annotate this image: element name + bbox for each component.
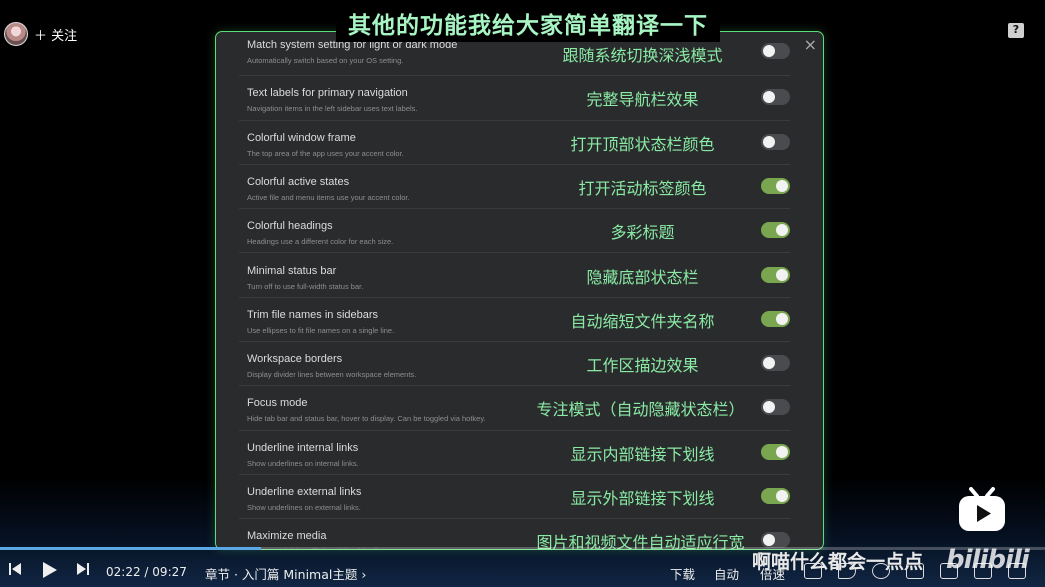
next-icon[interactable] (76, 562, 90, 576)
time-display: 02:22 / 09:27 (106, 565, 187, 579)
setting-toggle[interactable] (761, 266, 790, 283)
setting-description: Active file and menu items use your acce… (247, 192, 410, 202)
progress-fill (0, 547, 262, 550)
setting-row: Colorful headings Headings use a differen… (239, 209, 790, 254)
setting-translation: 专注模式（自动隐藏状态栏） (536, 400, 745, 420)
uploader-avatar[interactable] (4, 22, 28, 46)
setting-toggle[interactable] (761, 43, 790, 59)
setting-title: Trim file names in sidebars (247, 308, 379, 321)
current-time: 02:22 (106, 565, 141, 579)
toggle-knob (763, 357, 775, 370)
toggle-knob (776, 312, 788, 325)
setting-row: Workspace borders Display divider lines b… (239, 342, 790, 387)
setting-row: Minimal status bar Turn off to use full-w… (239, 254, 790, 298)
toggle-knob (763, 45, 775, 57)
toggle-knob (776, 268, 788, 281)
quality-auto-button[interactable]: 自动 (714, 564, 739, 583)
setting-translation: 多彩标题 (610, 223, 675, 243)
setting-row: Underline internal links Show underlines … (239, 431, 790, 475)
setting-description: Turn off to use full-width status bar. (247, 281, 364, 291)
toggle-knob (776, 224, 788, 237)
setting-row: Trim file names in sidebars Use ellipses … (239, 298, 790, 343)
video-stage: ＋ 关注 ? × Match system setting for light … (0, 0, 1045, 587)
subtitle-top: 其他的功能我给大家简单翻译一下 (336, 4, 720, 42)
setting-toggle[interactable] (761, 89, 790, 106)
setting-description: Use ellipses to fit file names on a sing… (247, 325, 395, 335)
toggle-knob (763, 534, 775, 547)
setting-title: Colorful window frame (247, 131, 356, 144)
bilibili-tv-icon (959, 487, 1005, 531)
setting-row: Colorful active states Active file and me… (239, 165, 790, 210)
setting-translation: 打开活动标签颜色 (578, 178, 707, 198)
toggle-knob (763, 401, 775, 414)
setting-title: Colorful active states (247, 175, 350, 188)
setting-description: Headings use a different color for each … (247, 237, 394, 247)
setting-toggle[interactable] (761, 355, 790, 372)
toggle-knob (776, 490, 788, 502)
setting-translation: 跟随系统切换深浅模式 (562, 46, 723, 65)
setting-description: Automatically switch based on your OS se… (247, 56, 404, 65)
setting-row: Maximize mediaImages and videos fill the… (239, 519, 790, 549)
toggle-knob (763, 91, 775, 104)
setting-description: Show underlines on external links. (247, 503, 361, 512)
setting-toggle[interactable] (761, 177, 790, 194)
settings-panel: × Match system setting for light or dark… (215, 31, 824, 550)
setting-description: The top area of the app uses your accent… (247, 148, 404, 158)
setting-description: Navigation items in the left sidebar use… (247, 104, 418, 114)
setting-title: Underline external links (247, 486, 362, 498)
setting-title: Text labels for primary navigation (247, 87, 408, 100)
setting-translation: 打开顶部状态栏颜色 (570, 134, 715, 154)
setting-translation: 工作区描边效果 (586, 356, 699, 376)
setting-toggle[interactable] (761, 488, 790, 504)
close-icon[interactable]: × (804, 35, 817, 54)
setting-title: Focus mode (247, 397, 308, 410)
setting-translation: 完整导航栏效果 (586, 90, 699, 110)
setting-toggle[interactable] (761, 532, 790, 549)
previous-icon[interactable] (8, 562, 22, 576)
setting-translation: 隐藏底部状态栏 (586, 267, 699, 287)
setting-row: Colorful window frame The top area of the… (239, 121, 790, 165)
setting-description: Hide tab bar and status bar, hover to di… (247, 414, 486, 424)
setting-translation: 显示内部链接下划线 (570, 444, 715, 464)
setting-description: Show underlines on internal links. (247, 458, 359, 468)
setting-title: Colorful headings (247, 220, 333, 233)
setting-description: Display divider lines between workspace … (247, 370, 417, 380)
setting-row: Text labels for primary navigation Naviga… (239, 76, 790, 121)
total-time: 09:27 (152, 565, 187, 579)
setting-row: Underline external links Show underlines … (239, 475, 790, 520)
setting-translation: 显示外部链接下划线 (570, 489, 715, 508)
setting-toggle[interactable] (761, 222, 790, 239)
chapter-button[interactable]: 章节 · 入门篇 Minimal主题 › (205, 564, 366, 583)
setting-title: Underline internal links (247, 441, 359, 454)
toggle-knob (776, 445, 788, 458)
play-icon[interactable] (40, 561, 58, 579)
setting-toggle[interactable] (761, 399, 790, 416)
setting-title: Minimal status bar (247, 264, 337, 277)
toggle-knob (776, 179, 788, 192)
follow-button[interactable]: ＋ 关注 (34, 25, 77, 44)
download-button[interactable]: 下载 (670, 564, 695, 583)
help-icon[interactable]: ? (1008, 23, 1024, 38)
setting-toggle[interactable] (761, 443, 790, 460)
setting-title: Workspace borders (247, 353, 343, 366)
time-separator: / (144, 565, 149, 579)
setting-toggle[interactable] (761, 133, 790, 150)
subtitle-bottom: 啊喵什么都会一点点 (752, 551, 924, 573)
setting-title: Maximize media (247, 530, 327, 543)
setting-translation: 自动缩短文件夹名称 (570, 311, 715, 331)
toggle-knob (763, 135, 775, 148)
setting-toggle[interactable] (761, 310, 790, 327)
setting-row: Focus mode Hide tab bar and status bar, h… (239, 386, 790, 431)
bilibili-watermark: bilibili (946, 545, 1030, 575)
